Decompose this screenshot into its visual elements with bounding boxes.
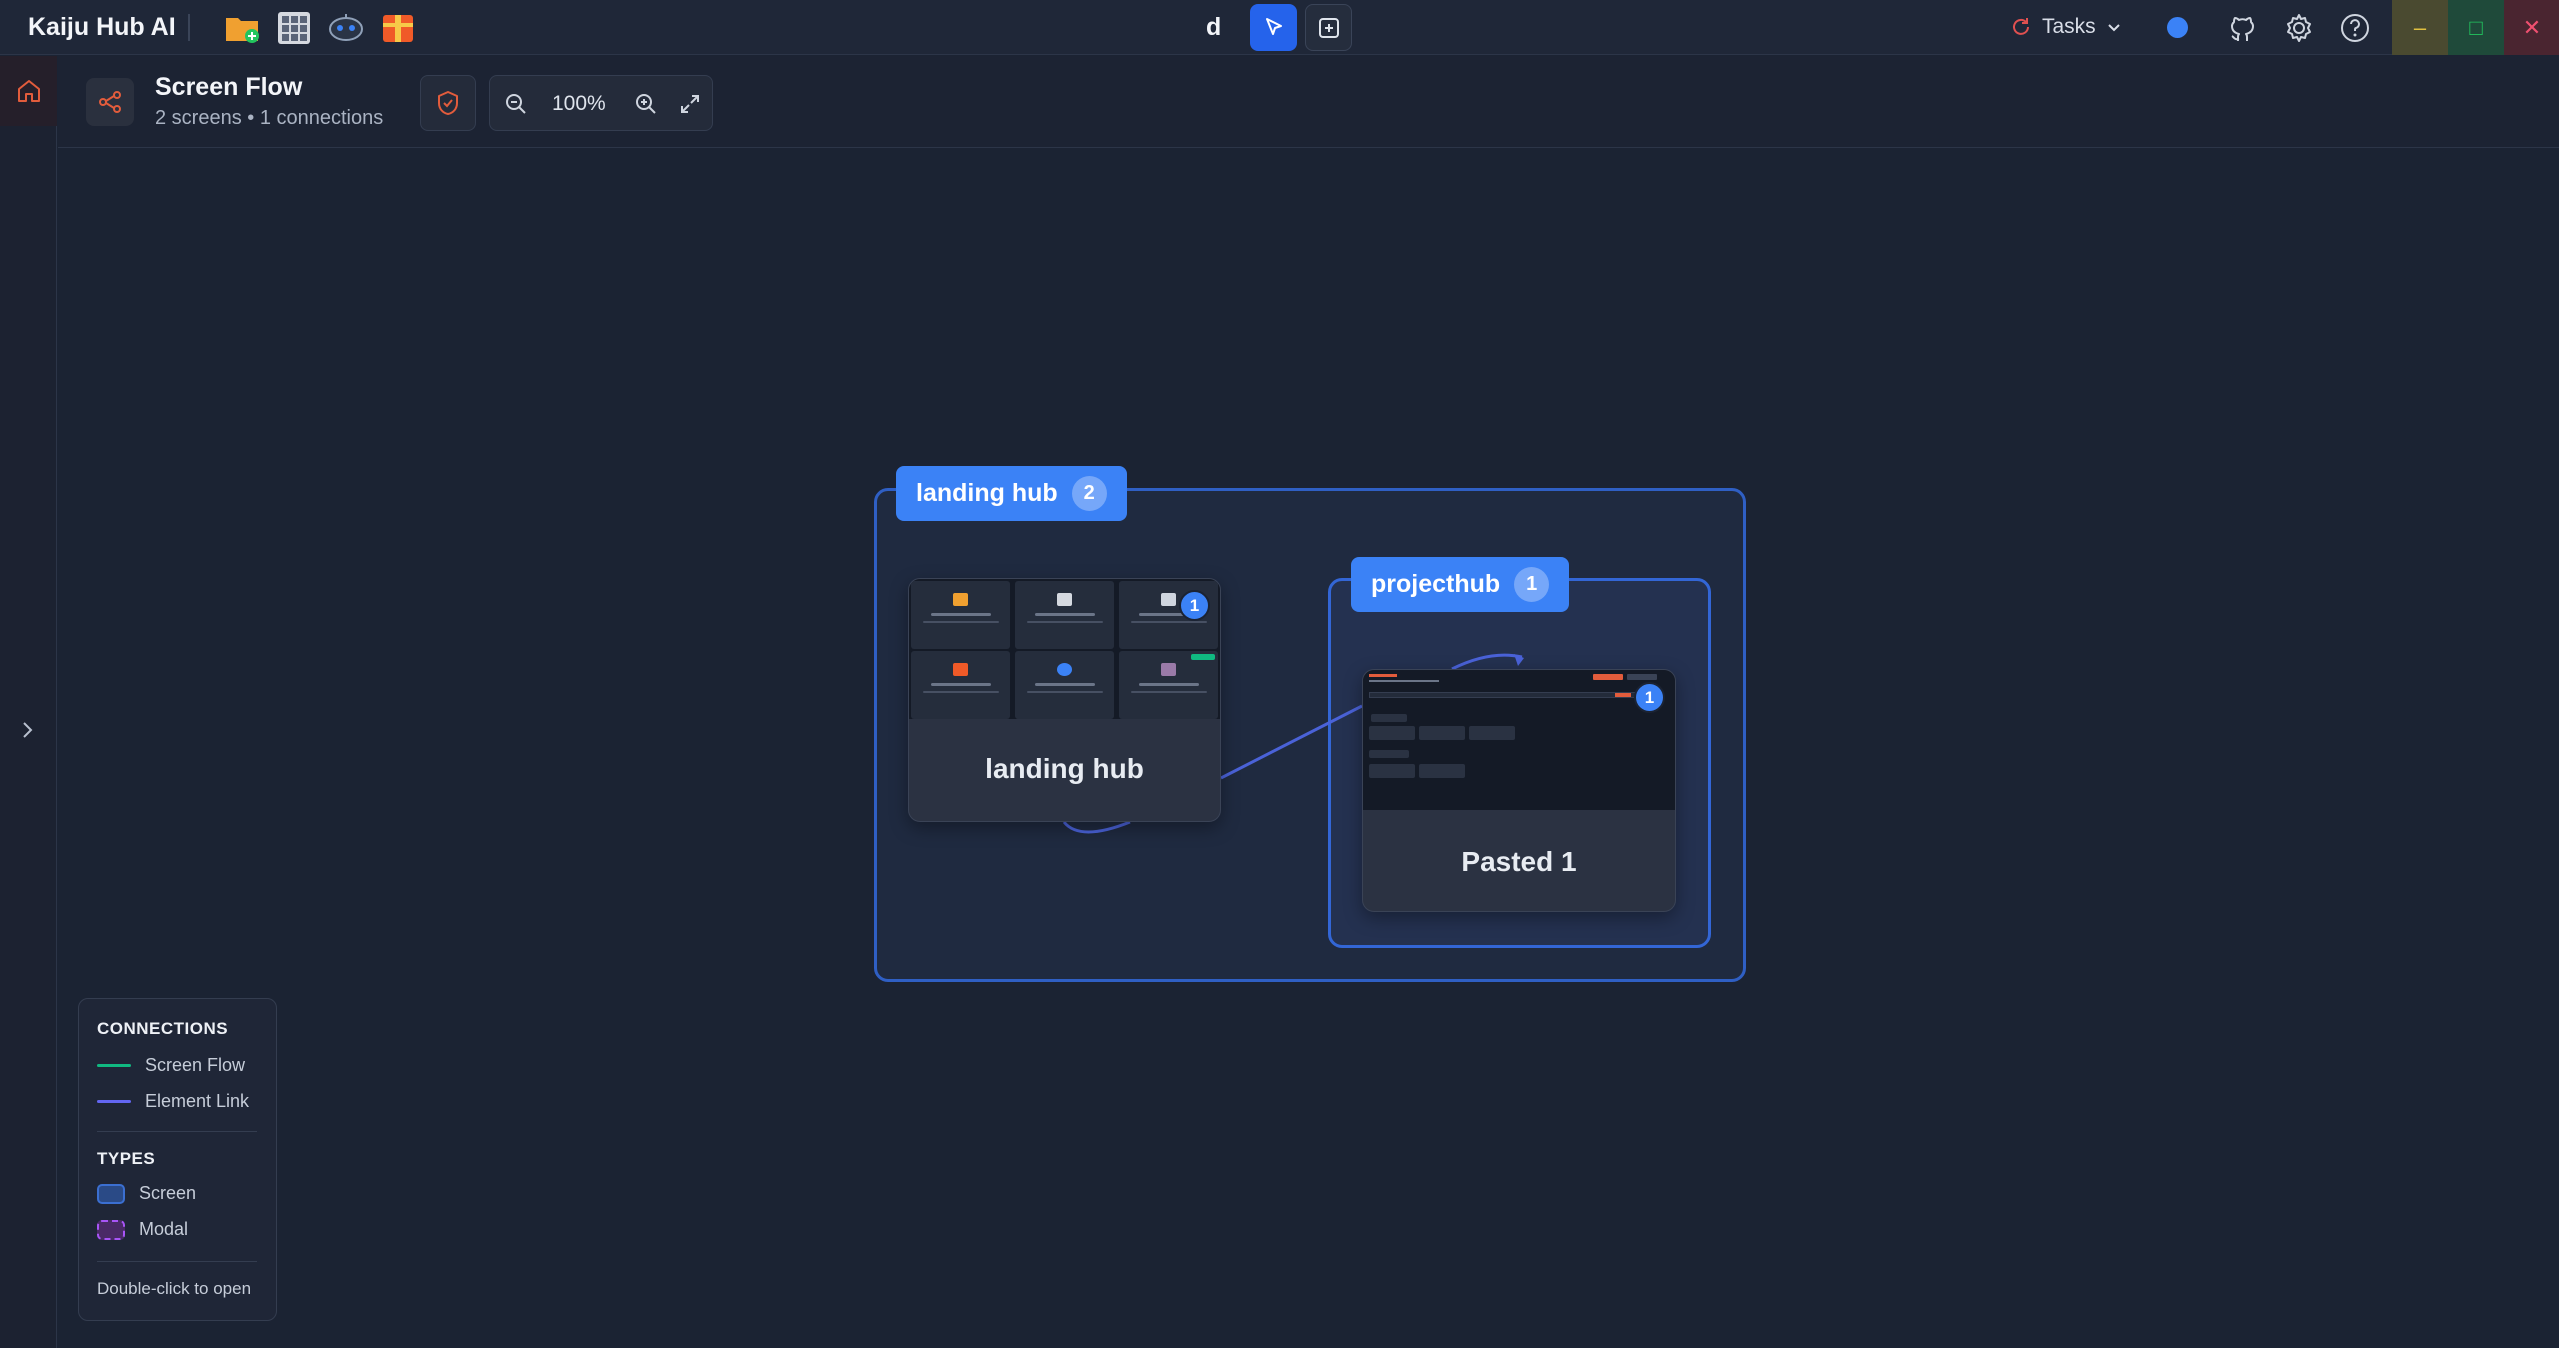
screen-flow-line-swatch: [97, 1064, 131, 1067]
connections-layer: [1062, 653, 1524, 834]
screen-thumbnail: [1363, 670, 1675, 810]
modal-type-swatch: [97, 1219, 125, 1240]
legend-label: Screen: [139, 1183, 197, 1203]
legend-screen-type: Screen: [97, 1183, 196, 1204]
legend-element-link: Element Link: [97, 1091, 249, 1112]
element-link-line-swatch: [97, 1100, 131, 1103]
legend-screen-flow: Screen Flow: [97, 1055, 245, 1076]
legend-divider: [97, 1131, 257, 1132]
legend-panel: CONNECTIONS Screen Flow Element Link TYP…: [78, 998, 277, 1321]
connection-count-badge: 1: [1179, 590, 1210, 621]
element-link-connection[interactable]: [1220, 704, 1363, 780]
group-name: landing hub: [916, 479, 1058, 507]
group-count: 2: [1071, 476, 1107, 511]
legend-connections-heading: CONNECTIONS: [97, 1019, 229, 1038]
screen-card-pasted-1[interactable]: Pasted 1: [1362, 669, 1676, 912]
screen-title: Pasted 1: [1461, 846, 1577, 877]
connection-count-badge: 1: [1634, 682, 1665, 713]
screen-thumbnail: [909, 579, 1220, 719]
legend-label: Element Link: [145, 1091, 250, 1111]
self-loop-connection[interactable]: [1062, 820, 1131, 834]
legend-modal-type: Modal: [97, 1219, 188, 1240]
legend-types-heading: TYPES: [97, 1149, 156, 1168]
group-name: projecthub: [1371, 570, 1501, 598]
screen-title: landing hub: [985, 753, 1144, 784]
screen-card-landing-hub[interactable]: landing hub: [908, 578, 1221, 822]
group-count: 1: [1514, 567, 1550, 602]
group-label-landing-hub[interactable]: landing hub 2: [896, 466, 1127, 521]
legend-label: Modal: [139, 1219, 189, 1239]
group-label-projecthub[interactable]: projecthub 1: [1351, 557, 1570, 612]
element-link-connection-top[interactable]: [1451, 653, 1523, 671]
screen-type-swatch: [97, 1183, 125, 1204]
legend-divider: [97, 1261, 257, 1262]
legend-hint: Double-click to open: [97, 1279, 252, 1298]
legend-label: Screen Flow: [145, 1055, 246, 1075]
